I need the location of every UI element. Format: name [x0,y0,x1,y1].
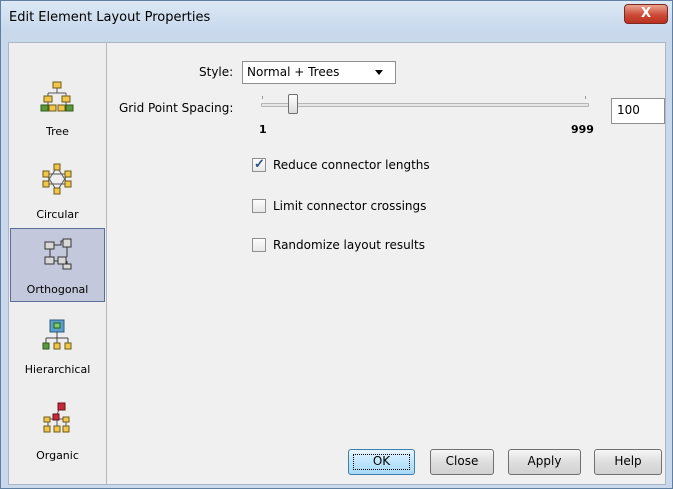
grid-spacing-label: Grid Point Spacing: [119,101,234,115]
limit-connector-crossings-label[interactable]: Limit connector crossings [273,199,426,213]
checkmark-icon: ✓ [254,156,265,171]
chevron-down-icon [375,70,383,75]
dialog-window: Edit Element Layout Properties X Tree Ci… [0,0,673,489]
focus-ring [353,454,410,470]
layout-type-sidebar: Tree Circular Orthogonal Hierarchical Or… [9,43,107,484]
slider-max-label: 999 [571,123,594,136]
slider-min-label: 1 [259,123,267,136]
circular-layout-icon [42,163,72,195]
style-select-value: Normal + Trees [247,65,340,79]
grid-spacing-slider-thumb[interactable] [288,94,298,114]
sidebar-item-orthogonal[interactable]: Orthogonal [10,228,105,302]
grid-spacing-slider-track[interactable] [261,103,589,107]
help-button[interactable]: Help [594,449,662,475]
sidebar-item-hierarchical[interactable]: Hierarchical [10,311,105,385]
sidebar-item-label: Tree [46,125,69,138]
grid-spacing-input[interactable]: 100 [611,98,665,124]
sidebar-item-organic[interactable]: Organic [10,393,105,467]
window-title: Edit Element Layout Properties [9,10,211,25]
ok-button[interactable]: OK [348,449,415,475]
hierarchical-layout-icon [42,319,72,350]
orthogonal-layout-icon [44,238,72,270]
dialog-content: Tree Circular Orthogonal Hierarchical Or… [8,42,666,485]
limit-connector-crossings-checkbox[interactable] [252,199,266,213]
reduce-connector-lengths-checkbox[interactable]: ✓ [252,156,266,172]
randomize-layout-checkbox[interactable] [252,238,266,252]
title-bar[interactable]: Edit Element Layout Properties X [1,1,672,33]
sidebar-item-label: Circular [36,208,79,221]
apply-button[interactable]: Apply [508,449,581,475]
randomize-layout-label[interactable]: Randomize layout results [273,238,425,252]
slider-tick [262,96,263,99]
sidebar-item-label: Hierarchical [24,363,91,376]
reduce-connector-lengths-label[interactable]: Reduce connector lengths [273,158,430,172]
sidebar-item-tree[interactable]: Tree [10,71,105,145]
style-label: Style: [199,65,234,79]
sidebar-item-label: Organic [36,449,79,462]
tree-layout-icon [40,81,74,112]
close-window-button[interactable]: X [624,4,668,24]
slider-tick [585,96,586,99]
sidebar-item-label: Orthogonal [26,283,89,296]
organic-layout-icon [43,402,70,433]
close-button[interactable]: Close [430,449,494,475]
sidebar-item-circular[interactable]: Circular [10,154,105,228]
style-select[interactable]: Normal + Trees [242,61,396,84]
